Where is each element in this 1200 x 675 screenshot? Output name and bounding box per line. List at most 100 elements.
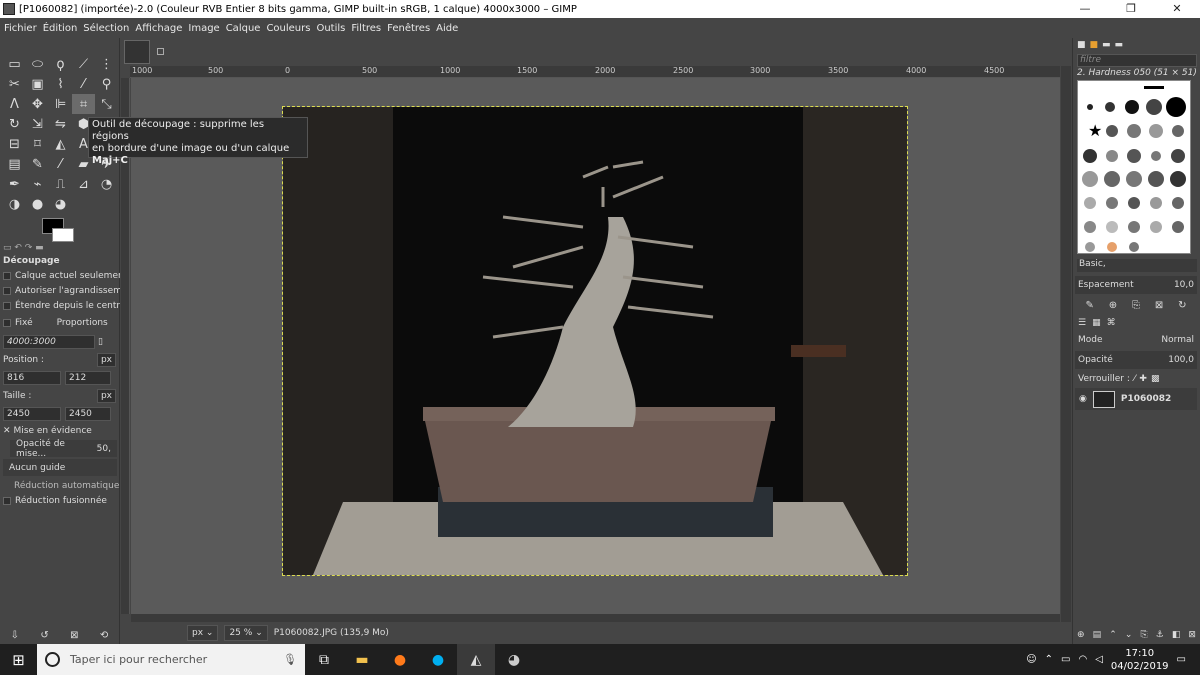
flip-tool-icon[interactable]: ⇋ [49,114,72,134]
allow-grow-checkbox[interactable] [3,286,11,295]
highlight-check-icon[interactable]: ✕ [3,426,11,436]
guides-dropdown[interactable]: Aucun guide [3,459,117,476]
brush-filter-input[interactable]: filtre [1077,54,1197,67]
delete-layer-icon[interactable]: ⊠ [1188,630,1196,640]
size-h-input[interactable]: 2450 [65,407,111,421]
bucket-fill-tool-icon[interactable]: ◭ [49,134,72,154]
rotate-tool-icon[interactable]: ↻ [3,114,26,134]
brush-preset-dropdown[interactable]: Basic, [1077,259,1197,272]
layer-opacity-slider[interactable]: Opacité 100,0 [1075,351,1197,369]
handle-transform-tool-icon[interactable]: ⌑ [26,134,49,154]
allow-grow-option[interactable]: Autoriser l'agrandissement [0,283,120,298]
paint-taskbar-icon[interactable]: ◕ [495,644,533,675]
file-explorer-icon[interactable]: ▬ [343,644,381,675]
portrait-icon[interactable]: ▯ [98,337,103,347]
visibility-eye-icon[interactable]: ◉ [1079,394,1087,404]
raise-layer-icon[interactable]: ⌃ [1109,630,1117,640]
color-picker-tool-icon[interactable]: ⁄ [72,74,95,94]
image-tab-thumbnail[interactable] [124,40,150,64]
perspective-clone-tool-icon[interactable]: ⊿ [72,174,95,194]
menu-outils[interactable]: Outils [316,23,345,34]
zoom-dropdown[interactable]: 25 % ⌄ [224,625,268,641]
horizontal-scrollbar[interactable] [131,614,1060,622]
close-button[interactable]: ✕ [1154,0,1200,18]
lock-position-icon[interactable]: ✚ [1139,374,1147,384]
restore-options-icon[interactable]: ↺ [40,630,48,641]
measure-tool-icon[interactable]: Λ [3,94,26,114]
people-icon[interactable]: ☺ [1026,654,1036,665]
horizontal-ruler[interactable]: 1000 500 0 500 1000 1500 2000 2500 3000 … [130,66,1060,78]
proportions-dropdown[interactable]: Proportions [57,318,108,328]
cut-tool-icon[interactable]: ✂ [3,74,26,94]
expand-center-option[interactable]: Étendre depuis le centre [0,298,120,313]
channels-tab-icon[interactable]: ▦ [1092,318,1101,328]
delete-brush-icon[interactable]: ⊠ [1155,300,1163,311]
battery-icon[interactable]: ▭ [1061,654,1070,665]
current-layer-checkbox[interactable] [3,271,11,280]
notifications-icon[interactable]: ▭ [1177,654,1186,665]
auto-shrink-button[interactable]: Réduction automatique [0,478,120,493]
brushes-tab-icon[interactable]: ■ [1077,40,1086,50]
lower-layer-icon[interactable]: ⌄ [1125,630,1133,640]
bonsai-photo[interactable] [282,106,908,576]
background-color-swatch[interactable] [52,228,74,242]
current-layer-option[interactable]: Calque actuel seulement [0,268,120,283]
menu-affichage[interactable]: Affichage [135,23,182,34]
gimp-taskbar-icon[interactable]: ◭ [457,644,495,675]
network-icon[interactable]: ◠ [1078,654,1087,665]
microphone-icon[interactable]: 🎙 [283,653,305,666]
foreground-select-tool-icon[interactable]: ▣ [26,74,49,94]
paintbrush-tool-icon[interactable]: ⁄ [49,154,72,174]
gradient-tool-icon[interactable]: ▤ [3,154,26,174]
edit-brush-icon[interactable]: ✎ [1085,300,1093,311]
zoom-tool-icon[interactable]: ⚲ [95,74,118,94]
menu-fichier[interactable]: Fichier [4,23,37,34]
brush-grid[interactable]: ★ [1077,80,1191,254]
save-options-icon[interactable]: ⇩ [11,630,19,641]
fixed-checkbox[interactable] [3,319,11,327]
dodge-burn-tool-icon[interactable]: ● [26,194,49,214]
clone-tool-icon[interactable]: ⎍ [49,174,72,194]
anchor-layer-icon[interactable]: ⚓ [1156,630,1164,640]
spacing-slider[interactable]: Espacement 10,0 [1075,276,1197,294]
highlight-option[interactable]: ✕ Mise en évidence [0,423,120,438]
blur-tool-icon[interactable]: ◔ [95,174,118,194]
delete-options-icon[interactable]: ⊠ [70,630,78,641]
size-unit-dropdown[interactable]: px [96,389,116,403]
documents-tab-icon[interactable]: ▬ [1115,40,1124,50]
mask-layer-icon[interactable]: ◧ [1172,630,1181,640]
shrink-merged-checkbox[interactable] [3,496,11,505]
menu-edition[interactable]: Édition [43,23,78,34]
highlight-opacity-slider[interactable]: Opacité de mise... 50, [10,439,117,459]
restore-button[interactable]: ❐ [1108,0,1154,18]
free-select-tool-icon[interactable]: ϙ [49,54,72,74]
windows-start-icon[interactable]: ⊞ [0,644,37,675]
unit-dropdown[interactable]: px ⌄ [187,625,219,641]
fonts-tab-icon[interactable]: ▬ [1102,40,1111,50]
mode-dropdown[interactable]: Normal [1161,335,1194,345]
clock[interactable]: 17:10 04/02/2019 [1111,647,1169,673]
warp-tool-icon[interactable]: ⊟ [3,134,26,154]
menu-fenetres[interactable]: Fenêtres [387,23,430,34]
fuzzy-select-tool-icon[interactable]: ⟋ [72,54,95,74]
reset-options-icon[interactable]: ⟲ [100,630,108,641]
ink-tool-icon[interactable]: ✒ [3,174,26,194]
paths-tool-icon[interactable]: ⌇ [49,74,72,94]
lock-pixels-icon[interactable]: ⁄ [1134,374,1136,384]
new-layer-icon[interactable]: ⊕ [1077,630,1085,640]
shrink-merged-option[interactable]: Réduction fusionnée [0,493,120,508]
scissors-tool-icon[interactable]: ⋮ [95,54,118,74]
menu-aide[interactable]: Aide [436,23,458,34]
position-unit-dropdown[interactable]: px [96,353,116,367]
move-tool-icon[interactable]: ✥ [26,94,49,114]
menu-calque[interactable]: Calque [226,23,261,34]
new-brush-icon[interactable]: ⊕ [1109,300,1117,311]
pencil-tool-icon[interactable]: ✎ [26,154,49,174]
position-x-input[interactable]: 816 [3,371,61,385]
size-w-input[interactable]: 2450 [3,407,61,421]
duplicate-layer-icon[interactable]: ⎘ [1140,630,1147,640]
close-image-tab-icon[interactable] [157,48,164,55]
volume-icon[interactable]: ◁ [1095,654,1103,665]
show-hidden-icons-icon[interactable]: ⌃ [1045,654,1053,665]
taskbar-search-box[interactable]: Taper ici pour rechercher 🎙 [37,644,305,675]
